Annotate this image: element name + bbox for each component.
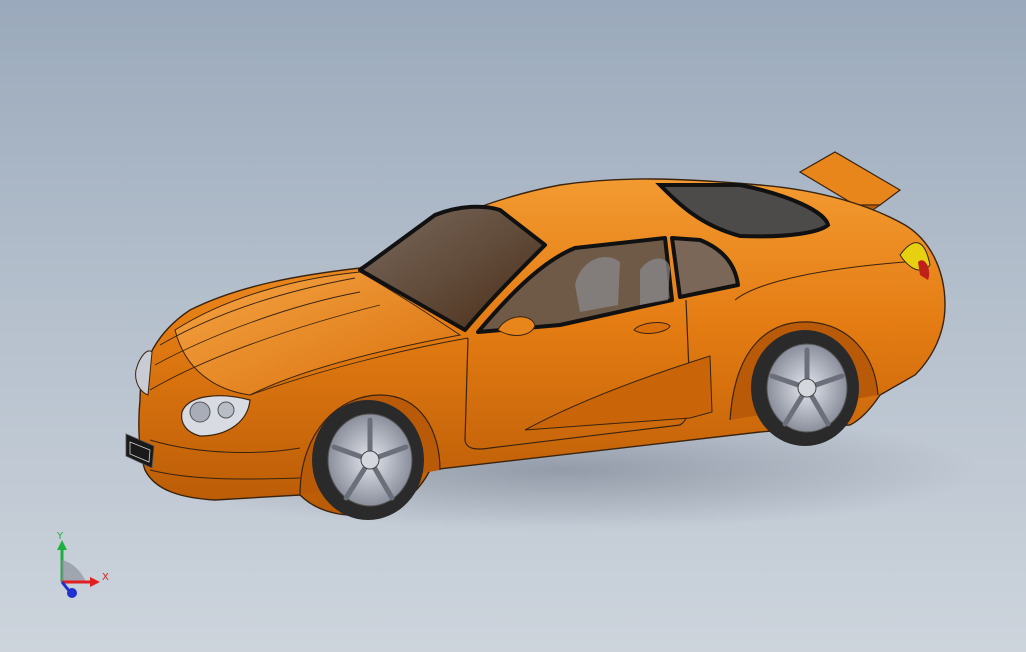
y-axis-label: Y <box>56 531 64 542</box>
front-wheel <box>312 400 424 520</box>
car-model[interactable] <box>0 0 1026 652</box>
x-axis-label: X <box>102 572 109 583</box>
z-axis-arrow <box>60 581 77 598</box>
reference-triad: Y X <box>56 531 109 598</box>
triad-plane <box>62 560 86 582</box>
rear-wheel <box>751 330 859 446</box>
graphics-viewport[interactable]: Y X <box>0 0 1026 652</box>
